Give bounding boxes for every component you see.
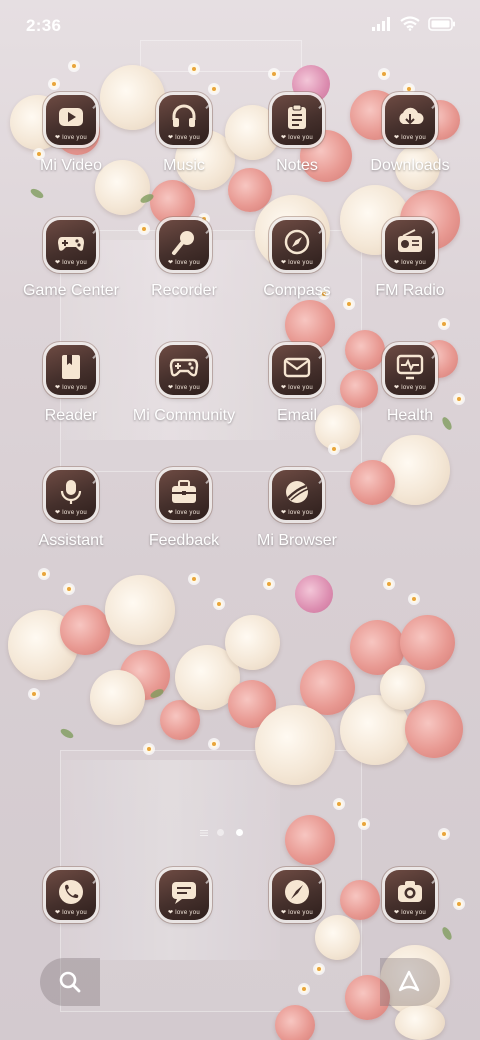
home-screen: 2:36 ❤ love you Mi Video ❤ love you Music ❤ …: [0, 0, 480, 1040]
app-reader[interactable]: ❤ love you Reader: [16, 345, 126, 463]
app-label: FM Radio: [375, 282, 445, 299]
status-icons: [372, 16, 456, 36]
app-icon-tile: ❤ love you: [272, 220, 322, 270]
dock-app-messages[interactable]: ❤ love you: [129, 870, 239, 930]
icon-tag: ❤ love you: [167, 385, 201, 391]
icon-tag: ❤ love you: [280, 135, 314, 141]
app-icon-tile: ❤ love you: [159, 470, 209, 520]
app-icon-tile: ❤ love you: [159, 95, 209, 145]
icon-tag: ❤ love you: [393, 385, 427, 391]
status-bar: 2:36: [0, 0, 480, 50]
app-mi-community[interactable]: ❤ love you Mi Community: [129, 345, 239, 463]
app-label: Assistant: [38, 532, 104, 549]
icon-tag: ❤ love you: [280, 260, 314, 266]
dock-app-phone[interactable]: ❤ love you: [16, 870, 126, 930]
app-icon-tile: ❤ love you: [272, 470, 322, 520]
app-icon-tile: ❤ love you: [385, 870, 435, 920]
app-label: Email: [276, 407, 317, 424]
page-dot-2: [236, 829, 243, 836]
icon-tag: ❤ love you: [167, 260, 201, 266]
app-label: Mi Browser: [256, 532, 337, 549]
wifi-icon: [400, 16, 420, 36]
app-assistant[interactable]: ❤ love you Assistant: [16, 470, 126, 588]
dock-app-browser-compass[interactable]: ❤ love you: [242, 870, 352, 930]
page-indicator: [200, 829, 280, 841]
app-label: Notes: [276, 157, 318, 174]
page-menu-icon: [200, 830, 208, 836]
app-label: Compass: [263, 282, 331, 299]
app-fm-radio[interactable]: ❤ love you FM Radio: [355, 220, 465, 338]
status-time: 2:36: [26, 16, 62, 35]
icon-tag: ❤ love you: [167, 510, 201, 516]
signal-icon: [372, 16, 392, 36]
icon-tag: ❤ love you: [54, 510, 88, 516]
app-notes[interactable]: ❤ love you Notes: [242, 95, 352, 213]
app-icon-tile: ❤ love you: [46, 95, 96, 145]
app-icon-tile: ❤ love you: [272, 345, 322, 395]
app-label: Music: [163, 157, 205, 174]
app-mi-browser[interactable]: ❤ love you Mi Browser: [242, 470, 352, 588]
page-dot-1: [217, 829, 224, 836]
app-icon-tile: ❤ love you: [385, 220, 435, 270]
dock-app-camera[interactable]: ❤ love you: [355, 870, 465, 930]
icon-tag: ❤ love you: [280, 910, 314, 916]
launcher-icon: [396, 969, 422, 1000]
icon-tag: ❤ love you: [280, 385, 314, 391]
app-label: Feedback: [148, 532, 220, 549]
app-downloads[interactable]: ❤ love you Downloads: [355, 95, 465, 213]
app-label: Mi Community: [132, 407, 236, 424]
app-label: Reader: [44, 407, 98, 424]
app-icon-tile: ❤ love you: [272, 870, 322, 920]
app-game-center[interactable]: ❤ love you Game Center: [16, 220, 126, 338]
app-icon-tile: ❤ love you: [385, 345, 435, 395]
app-icon-tile: ❤ love you: [272, 95, 322, 145]
icon-tag: ❤ love you: [280, 510, 314, 516]
app-icon-tile: ❤ love you: [46, 870, 96, 920]
icon-tag: ❤ love you: [54, 135, 88, 141]
app-label: Health: [386, 407, 434, 424]
app-label: Downloads: [370, 157, 450, 174]
icon-tag: ❤ love you: [167, 910, 201, 916]
app-icon-tile: ❤ love you: [159, 870, 209, 920]
app-icon-tile: ❤ love you: [159, 220, 209, 270]
app-music[interactable]: ❤ love you Music: [129, 95, 239, 213]
app-email[interactable]: ❤ love you Email: [242, 345, 352, 463]
app-icon-tile: ❤ love you: [46, 220, 96, 270]
icon-tag: ❤ love you: [393, 910, 427, 916]
app-mi-video[interactable]: ❤ love you Mi Video: [16, 95, 126, 213]
icon-tag: ❤ love you: [54, 260, 88, 266]
app-icon-tile: ❤ love you: [46, 470, 96, 520]
search-icon: [58, 970, 82, 999]
app-label: Game Center: [22, 282, 120, 299]
icon-tag: ❤ love you: [54, 910, 88, 916]
app-recorder[interactable]: ❤ love you Recorder: [129, 220, 239, 338]
app-icon-tile: ❤ love you: [385, 95, 435, 145]
app-feedback[interactable]: ❤ love you Feedback: [129, 470, 239, 588]
icon-tag: ❤ love you: [54, 385, 88, 391]
icon-tag: ❤ love you: [393, 135, 427, 141]
app-icon-tile: ❤ love you: [46, 345, 96, 395]
app-label: Mi Video: [40, 157, 102, 174]
icon-tag: ❤ love you: [393, 260, 427, 266]
app-label: Recorder: [151, 282, 217, 299]
launcher-button[interactable]: [380, 958, 440, 1006]
app-health[interactable]: ❤ love you Health: [355, 345, 465, 463]
app-icon-tile: ❤ love you: [159, 345, 209, 395]
battery-icon: [428, 16, 456, 36]
icon-tag: ❤ love you: [167, 135, 201, 141]
search-button[interactable]: [40, 958, 100, 1006]
app-compass[interactable]: ❤ love you Compass: [242, 220, 352, 338]
